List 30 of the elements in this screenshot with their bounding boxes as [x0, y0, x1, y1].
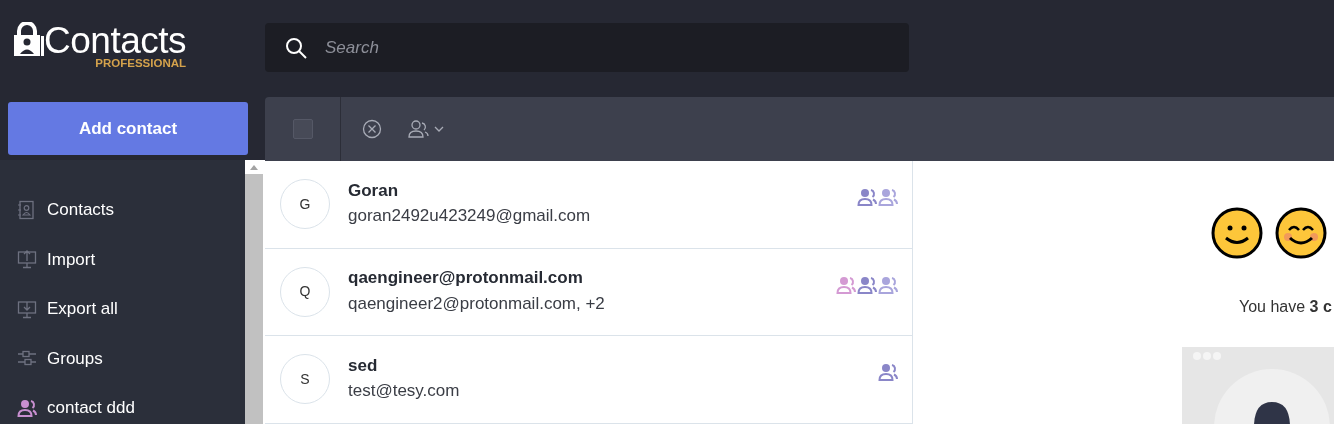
sidebar-item[interactable]: contact ddd: [47, 395, 135, 421]
sidebar-item[interactable]: Groups: [47, 345, 103, 371]
avatar: G: [280, 179, 330, 230]
search-icon: [285, 37, 307, 59]
add-contact-button[interactable]: Add contact: [8, 102, 248, 155]
app-edition: PROFESSIONAL: [94, 58, 186, 70]
select-all-checkbox[interactable]: [292, 119, 313, 139]
monitor-download-icon: [17, 298, 37, 319]
scrollbar[interactable]: [245, 160, 265, 424]
contact-name: sed: [348, 354, 379, 377]
search-field[interactable]: Search: [265, 23, 909, 72]
contact-email: qaengineer2@protonmail.com, +2: [348, 292, 606, 315]
sidebar-item[interactable]: Export all: [47, 296, 118, 322]
padlock-person-icon: [14, 22, 44, 56]
avatar: S: [280, 354, 330, 405]
contacts-summary: You have 3 c: [1238, 297, 1333, 317]
monitor-upload-icon: [17, 249, 37, 270]
contact-name: Goran: [348, 179, 400, 202]
contact-name: qaengineer@protonmail.com: [348, 267, 584, 290]
contact-row[interactable]: Q qaengineer@protonmail.com qaengineer2@protonmail.com, +2: [265, 248, 912, 336]
contact-email: test@tesy.com: [348, 380, 461, 403]
contact-email: goran2492u423249@gmail.com: [348, 205, 592, 228]
blushing-smiley-icon: [1275, 207, 1327, 259]
sidebar-item[interactable]: Import: [47, 246, 96, 272]
contact-row[interactable]: G Goran goran2492u423249@gmail.com: [265, 161, 912, 249]
smiley-icon: [1211, 207, 1263, 259]
contact-row[interactable]: S sed test@tesy.com: [265, 336, 912, 424]
sidebar-item[interactable]: Contacts: [47, 197, 115, 223]
close-circle-icon[interactable]: [362, 119, 382, 139]
address-book-icon: [17, 199, 37, 220]
